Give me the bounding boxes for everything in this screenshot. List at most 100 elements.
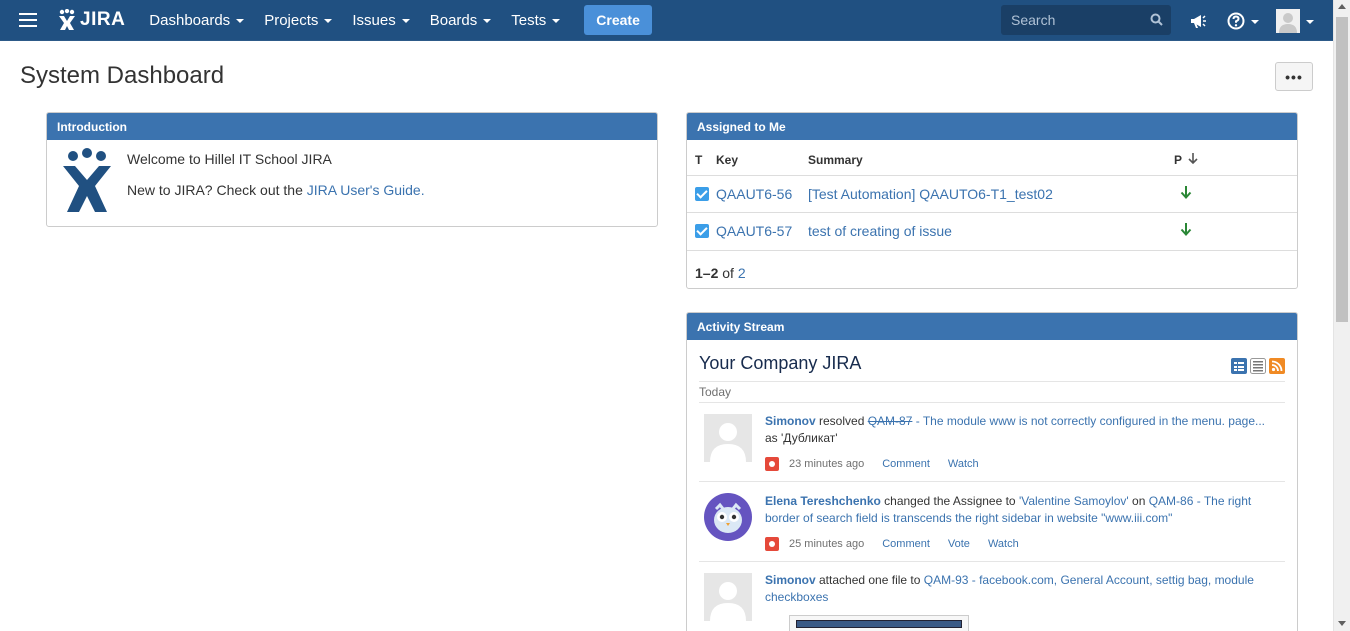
pager-of: of [718, 265, 738, 281]
table-divider [687, 250, 1297, 251]
nav-boards-label: Boards [429, 11, 478, 29]
action-text: attached one file to [815, 573, 924, 587]
assignee-link[interactable]: 'Valentine Samoylov' [1019, 494, 1129, 508]
activity-entry-meta: 23 minutes ago Comment Watch [765, 457, 979, 471]
avatar[interactable] [704, 414, 752, 462]
guide-suffix: . [420, 182, 425, 198]
menu-icon[interactable] [0, 0, 56, 41]
full-view-icon[interactable] [1231, 358, 1247, 374]
activity-header: Activity Stream [687, 313, 1297, 340]
chevron-down-icon [1251, 19, 1259, 24]
page-title: System Dashboard [20, 62, 225, 89]
col-type[interactable]: T [687, 140, 716, 175]
activity-entry-text: Elena Tereshchenko changed the Assignee … [765, 493, 1275, 527]
avatar[interactable] [704, 493, 752, 541]
activity-entry-text: Simonov resolved QAM-87 - The module www… [765, 413, 1275, 447]
resolution-text: as 'Дубликат' [765, 431, 838, 445]
pagination: 1–2 of 2 [695, 265, 746, 281]
create-button[interactable]: Create [584, 5, 652, 35]
issue-key-link[interactable]: QAAUT6-56 [716, 186, 792, 202]
activity-entry-text: Simonov attached one file to QAM-93 - fa… [765, 572, 1275, 606]
nav-dashboards-label: Dashboards [149, 11, 231, 29]
scroll-down-arrow-icon[interactable] [1338, 621, 1346, 626]
activity-title: Your Company JIRA [699, 353, 862, 373]
col-summary[interactable]: Summary [808, 140, 1174, 175]
issue-key-link[interactable]: QAM-87 [868, 414, 913, 428]
user-guide-link[interactable]: JIRA User's Guide [307, 182, 421, 198]
priority-low-icon [1180, 223, 1192, 237]
timestamp: 23 minutes ago [789, 458, 865, 470]
pager-total-link[interactable]: 2 [738, 265, 746, 281]
introduction-header: Introduction [47, 113, 657, 140]
nav-issues-label: Issues [352, 11, 396, 29]
issue-key-link[interactable]: QAAUT6-57 [716, 223, 792, 239]
nav-projects-label: Projects [264, 11, 319, 29]
entry-divider [699, 561, 1285, 562]
table-row[interactable]: QAAUT6-57 test of creating of issue [687, 211, 1297, 249]
search-input[interactable]: Search [1001, 5, 1171, 35]
nav-boards[interactable]: Boards [420, 0, 502, 41]
nav-issues[interactable]: Issues [342, 0, 419, 41]
table-row[interactable]: QAAUT6-56 [Test Automation] QAAUTO6-T1_t… [687, 174, 1297, 212]
comment-link[interactable]: Comment [882, 458, 930, 470]
col-priority[interactable]: P [1174, 140, 1297, 175]
vote-link[interactable]: Vote [948, 538, 970, 550]
bug-priority-icon [765, 537, 779, 551]
user-avatar[interactable] [1276, 0, 1314, 41]
action-text: changed the Assignee to [880, 494, 1019, 508]
sort-desc-icon [1188, 152, 1198, 164]
list-view-icon[interactable] [1250, 358, 1266, 374]
comment-link[interactable]: Comment [882, 538, 930, 550]
chevron-down-icon [324, 19, 333, 23]
nav-tests[interactable]: Tests [501, 0, 570, 41]
col-key[interactable]: Key [716, 140, 808, 175]
issue-summary-link[interactable]: [Test Automation] QAAUTO6-T1_test02 [808, 186, 1053, 202]
activity-view-controls [1231, 358, 1285, 374]
issue-title-link[interactable]: - The module www is not correctly config… [912, 414, 1265, 428]
chevron-down-icon [552, 19, 561, 23]
top-navigation: JIRA Dashboards Projects Issues Boards T… [0, 0, 1333, 41]
scroll-up-arrow-icon[interactable] [1338, 4, 1346, 9]
jira-logo[interactable]: JIRA [56, 9, 125, 31]
search-icon [1150, 13, 1163, 26]
logo-text: JIRA [80, 9, 126, 30]
nav-projects[interactable]: Projects [254, 0, 342, 41]
issue-summary-link[interactable]: test of creating of issue [808, 223, 952, 239]
vertical-scrollbar[interactable] [1333, 0, 1350, 631]
chevron-down-icon [483, 19, 492, 23]
rss-icon[interactable] [1269, 358, 1285, 374]
chevron-down-icon [401, 19, 410, 23]
watch-link[interactable]: Watch [948, 458, 979, 470]
assigned-header: Assigned to Me [687, 113, 1297, 140]
guide-prefix: New to JIRA? Check out the [127, 182, 307, 198]
issue-type-task-icon [695, 224, 709, 239]
nav-dashboards[interactable]: Dashboards [139, 0, 254, 41]
timestamp: 25 minutes ago [789, 538, 865, 550]
more-actions-button[interactable]: ••• [1275, 62, 1313, 91]
avatar[interactable] [704, 573, 752, 621]
scroll-thumb[interactable] [1336, 17, 1348, 322]
bug-priority-icon [765, 457, 779, 471]
introduction-gadget: Introduction Welcome to Hillel IT School… [46, 112, 658, 227]
entry-divider [699, 481, 1285, 482]
activity-stream-gadget: Activity Stream Your Company JIRA Today … [686, 312, 1298, 631]
action-text: resolved [815, 414, 868, 428]
attachment-thumbnail[interactable] [789, 615, 969, 631]
megaphone-icon[interactable] [1189, 0, 1207, 41]
user-link[interactable]: Simonov [765, 414, 816, 428]
jira-mascot-icon [61, 148, 113, 217]
search-placeholder: Search [1011, 12, 1056, 28]
priority-low-icon [1180, 186, 1192, 199]
watch-link[interactable]: Watch [988, 538, 1019, 550]
on-text: on [1128, 494, 1149, 508]
jira-logo-icon [59, 9, 75, 30]
user-link[interactable]: Elena Tereshchenko [765, 494, 881, 508]
date-group-label: Today [699, 385, 732, 399]
welcome-text: Welcome to Hillel IT School JIRA [127, 151, 332, 167]
date-group: Today [699, 381, 1285, 403]
help-icon[interactable] [1227, 0, 1259, 41]
nav-tests-label: Tests [511, 11, 547, 29]
issues-table: T Key Summary P QAAUT6-56 [Test Automati… [687, 140, 1297, 249]
guide-text: New to JIRA? Check out the JIRA User's G… [127, 182, 425, 198]
user-link[interactable]: Simonov [765, 573, 816, 587]
